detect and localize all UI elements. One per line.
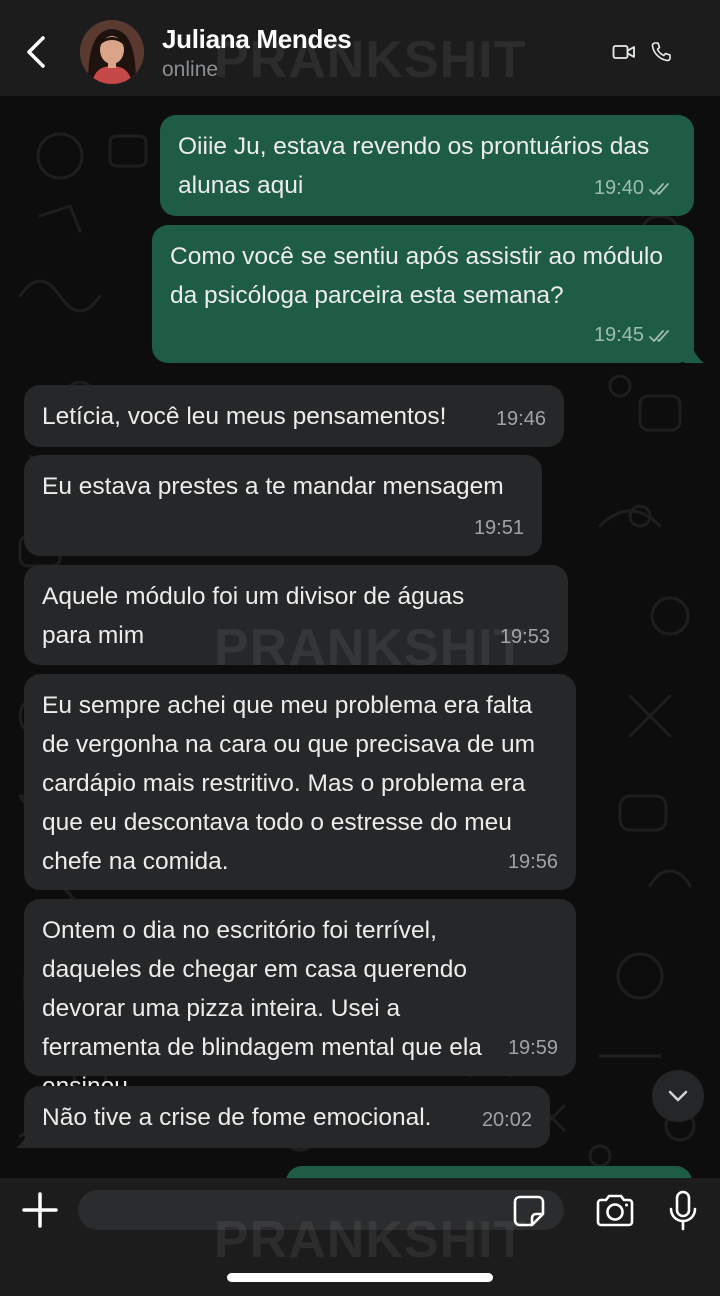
- message-meta: 19:59: [508, 1029, 558, 1068]
- scroll-to-bottom-button[interactable]: [652, 1070, 704, 1122]
- phone-icon: [651, 42, 671, 62]
- message-text: Não tive a crise de fome emocional.: [42, 1104, 432, 1131]
- message-time: 19:45: [593, 324, 644, 346]
- message-time: 19:46: [495, 408, 546, 430]
- chevron-left-icon: [27, 36, 45, 68]
- bubble-tail-incoming: [16, 1126, 36, 1148]
- message-time: 20:02: [481, 1109, 532, 1131]
- message-meta: 19:45: [594, 316, 676, 355]
- chat-screen: Juliana Mendes online PRANKSHIT PRANKSHI…: [0, 0, 720, 1296]
- avatar-photo: [80, 20, 144, 84]
- message-bubble-incoming[interactable]: Aquele módulo foi um divisor de águas pa…: [24, 565, 568, 665]
- bubble-tail-outgoing: [684, 341, 704, 363]
- camera-icon: [596, 1194, 634, 1227]
- video-camera-icon: [612, 45, 635, 59]
- message-text: Eu sempre achei que meu problema era fal…: [42, 692, 536, 875]
- message-text: Ontem o dia no escritório foi terrível, …: [42, 917, 482, 1100]
- message-text: Aquele módulo foi um divisor de águas pa…: [42, 583, 465, 649]
- back-button[interactable]: [18, 28, 54, 76]
- message-bubble-incoming[interactable]: Ontem o dia no escritório foi terrível, …: [24, 899, 576, 1100]
- message-meta: 19:53: [500, 618, 550, 657]
- message-meta: 19:46: [496, 400, 546, 439]
- message-bubble-outgoing[interactable]: Como você se sentiu após assistir ao mód…: [152, 225, 694, 363]
- sticker-button[interactable]: [512, 1194, 546, 1228]
- voice-call-button[interactable]: [650, 41, 672, 63]
- message-time: 19:40: [593, 177, 644, 199]
- microphone-icon: [669, 1190, 697, 1231]
- double-check-icon: [649, 329, 669, 342]
- message-time: 19:53: [499, 626, 550, 648]
- message-text: Eu estava prestes a te mandar mensagem: [42, 473, 504, 500]
- video-call-button[interactable]: [612, 42, 636, 62]
- plus-icon: [22, 1192, 58, 1228]
- message-bubble-incoming[interactable]: Letícia, você leu meus pensamentos! 19:4…: [24, 385, 564, 447]
- contact-avatar[interactable]: [80, 20, 144, 84]
- message-meta: 19:56: [508, 843, 558, 882]
- chevron-down-icon: [668, 1090, 688, 1102]
- message-input[interactable]: [78, 1190, 564, 1230]
- message-bubble-incoming[interactable]: Eu sempre achei que meu problema era fal…: [24, 674, 576, 890]
- contact-name[interactable]: Juliana Mendes: [162, 24, 352, 55]
- message-text: Letícia, você leu meus pensamentos!: [42, 403, 447, 430]
- message-bubble-outgoing[interactable]: Oiiie Ju, estava revendo os prontuários …: [160, 115, 694, 216]
- camera-button[interactable]: [594, 1194, 636, 1228]
- message-text: Como você se sentiu após assistir ao mód…: [170, 243, 663, 309]
- contact-status: online: [162, 58, 219, 81]
- home-indicator[interactable]: [227, 1273, 493, 1282]
- voice-message-button[interactable]: [668, 1190, 698, 1232]
- message-bubble-incoming[interactable]: Não tive a crise de fome emocional. 20:0…: [24, 1086, 550, 1148]
- message-meta: 19:51: [474, 509, 524, 548]
- message-time: 19:51: [473, 517, 524, 539]
- message-time: 19:59: [507, 1037, 558, 1059]
- double-check-icon: [649, 182, 669, 195]
- message-time: 19:56: [507, 851, 558, 873]
- message-meta: 19:40: [594, 169, 676, 208]
- message-meta: 20:02: [482, 1101, 532, 1140]
- message-bubble-incoming[interactable]: Eu estava prestes a te mandar mensagem 1…: [24, 455, 542, 556]
- chat-header: Juliana Mendes online: [0, 0, 720, 96]
- attach-button[interactable]: [20, 1190, 60, 1230]
- sticker-icon: [513, 1195, 545, 1227]
